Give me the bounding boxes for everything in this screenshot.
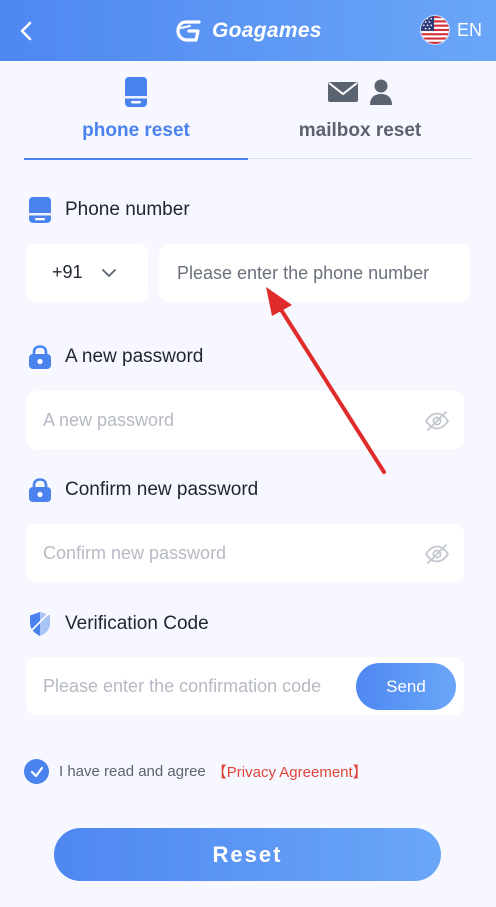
shield-icon <box>30 612 50 636</box>
reset-method-tabs: phone reset mailbox reset <box>24 61 472 160</box>
language-code: EN <box>456 19 482 40</box>
phone-number-input[interactable] <box>177 244 462 302</box>
mail-icon <box>328 82 358 102</box>
tab-label: mailbox reset <box>298 120 422 141</box>
agreement-text: I have read and agree <box>59 763 206 780</box>
agree-checkbox[interactable] <box>24 759 49 784</box>
privacy-agreement-link[interactable]: 【Privacy Agreement】 <box>212 761 368 782</box>
confirm-password-box <box>26 524 464 582</box>
new-password-input[interactable] <box>43 391 413 449</box>
country-code-select[interactable]: +91 <box>26 244 148 302</box>
verification-code-label: Verification Code <box>27 611 209 637</box>
send-code-button[interactable]: Send <box>356 663 456 710</box>
phone-input-box <box>159 244 470 302</box>
phone-number-label: Phone number <box>27 197 190 223</box>
country-code-value: +91 <box>52 262 83 282</box>
chevron-down-icon <box>102 269 116 277</box>
active-tab-indicator <box>24 158 248 160</box>
lock-icon <box>29 478 51 502</box>
confirm-password-label-text: Confirm new password <box>65 479 259 500</box>
user-icon <box>370 79 392 105</box>
agreement-row: I have read and agree 【Privacy Agreement… <box>24 759 368 784</box>
brand-logo: Goagames <box>176 16 322 46</box>
new-password-box <box>26 391 464 449</box>
phone-icon <box>29 197 51 223</box>
confirm-password-label: Confirm new password <box>27 477 258 503</box>
new-password-label-text: A new password <box>65 346 204 367</box>
new-password-label: A new password <box>27 344 203 370</box>
verification-code-label-text: Verification Code <box>65 613 209 634</box>
brand-name: Goagames <box>212 19 322 42</box>
phone-number-label-text: Phone number <box>65 199 190 220</box>
top-header: Goagames EN <box>0 0 496 61</box>
back-chevron-icon[interactable] <box>14 18 40 44</box>
verification-code-input[interactable] <box>43 657 353 715</box>
eye-off-icon[interactable] <box>424 408 450 434</box>
eye-off-icon[interactable] <box>424 541 450 567</box>
reset-button[interactable]: Reset <box>54 828 441 881</box>
tab-phone-reset[interactable]: phone reset <box>24 61 248 160</box>
tab-label: phone reset <box>82 120 190 141</box>
tab-mailbox-reset[interactable]: mailbox reset <box>248 61 472 159</box>
language-selector[interactable]: EN <box>419 15 482 45</box>
phone-icon <box>125 77 147 107</box>
us-flag-icon <box>419 15 450 45</box>
lock-icon <box>29 345 51 369</box>
confirm-password-input[interactable] <box>43 524 413 582</box>
goagames-logo-icon <box>176 20 201 42</box>
check-icon <box>30 766 43 777</box>
